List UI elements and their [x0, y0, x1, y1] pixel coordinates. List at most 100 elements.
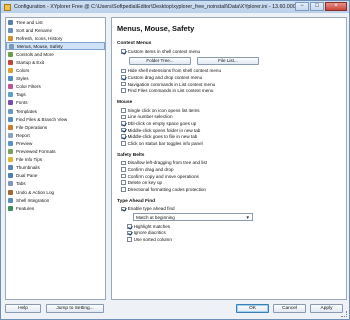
- checkbox-box[interactable]: [127, 230, 132, 236]
- configuration-window: Configuration - XYplorer Free @ C:\Users…: [0, 0, 350, 320]
- checkbox-box[interactable]: [121, 81, 126, 87]
- tree-item-label: Undo & Action Log: [16, 189, 55, 195]
- settings-category-icon: [8, 181, 13, 187]
- tree-item[interactable]: Features: [6, 204, 105, 212]
- option-label: Find Files commands in List context menu: [127, 88, 214, 94]
- tree-item[interactable]: Dual Pane: [6, 172, 105, 180]
- option-checkbox[interactable]: Confirm copy and move operations: [121, 173, 341, 180]
- checkbox-box[interactable]: [127, 237, 132, 242]
- context-menus-header: Context Menus: [117, 41, 152, 46]
- option-checkbox[interactable]: Navigation commands in List context menu: [121, 81, 341, 88]
- option-checkbox[interactable]: Ignore diacritics: [127, 230, 341, 237]
- option-checkbox[interactable]: Dbl-click on empty space goes up: [121, 120, 341, 127]
- option-label: Single click on icon opens list items: [127, 107, 200, 113]
- checkbox-box[interactable]: [121, 68, 126, 74]
- tree-item-label: Tree and List: [16, 19, 43, 25]
- settings-category-icon: [8, 84, 13, 90]
- option-checkbox[interactable]: Directional formatting codes protection: [121, 186, 341, 193]
- option-label: Disallow left-dragging from tree and lis…: [127, 160, 207, 166]
- tree-item[interactable]: Shell Integration: [6, 196, 105, 204]
- option-checkbox[interactable]: Delete on key up: [121, 179, 341, 186]
- option-label: Directional formatting codes protection: [127, 186, 206, 192]
- tree-item[interactable]: Colors: [6, 67, 105, 75]
- checkbox-box[interactable]: [121, 160, 126, 166]
- help-button[interactable]: Help: [5, 304, 41, 313]
- maximize-button[interactable]: □: [310, 2, 324, 11]
- checkbox-box[interactable]: [121, 173, 126, 179]
- tree-item[interactable]: Tree and List: [6, 18, 105, 26]
- app-icon: [4, 3, 11, 11]
- checkbox-box[interactable]: [121, 140, 126, 146]
- checkbox-box[interactable]: [121, 107, 126, 113]
- settings-tree[interactable]: Tree and List Sort and Rename Refresh, Ico…: [5, 17, 106, 300]
- jump-to-setting-button[interactable]: Jump to Setting...: [46, 304, 104, 313]
- checkbox-box[interactable]: [121, 206, 126, 212]
- enable-type-ahead-checkbox[interactable]: Enable type ahead find: [121, 206, 341, 213]
- tree-item[interactable]: Color Filters: [6, 83, 105, 91]
- dialog-footer: Help Jump to Setting... OK Cancel Apply: [1, 301, 349, 319]
- tree-item[interactable]: Undo & Action Log: [6, 188, 105, 196]
- checkbox-box[interactable]: [121, 186, 126, 192]
- tree-item[interactable]: Fonts: [6, 99, 105, 107]
- option-checkbox[interactable]: Click on status bar toggles info panel: [121, 140, 341, 147]
- checkbox-box[interactable]: [121, 75, 126, 80]
- tree-item[interactable]: File Operations: [6, 123, 105, 131]
- match-mode-select[interactable]: Match at beginning ▼: [133, 213, 253, 222]
- cancel-button[interactable]: Cancel: [273, 304, 306, 313]
- ok-button[interactable]: OK: [236, 304, 269, 313]
- tree-item[interactable]: Find Files & Branch View: [6, 115, 105, 123]
- checkbox-box[interactable]: [121, 134, 126, 139]
- tree-item[interactable]: Controls and More: [6, 50, 105, 58]
- tree-item[interactable]: Report: [6, 131, 105, 139]
- option-label: Middle-click goes to file in new tab: [127, 134, 198, 140]
- checkbox-box[interactable]: [121, 127, 126, 133]
- minimize-button[interactable]: −: [295, 2, 309, 11]
- tree-item[interactable]: Tags: [6, 91, 105, 99]
- tree-item-label: Templates: [16, 108, 37, 114]
- tree-item[interactable]: Thumbnails: [6, 164, 105, 172]
- option-label: Highlight matches: [133, 223, 171, 229]
- close-button[interactable]: ×: [325, 2, 347, 11]
- tree-item[interactable]: Templates: [6, 107, 105, 115]
- tree-item[interactable]: Sort and Rename: [6, 26, 105, 34]
- tree-item[interactable]: Menus, Mouse, Safety: [6, 42, 105, 51]
- settings-category-icon: [8, 116, 13, 122]
- apply-button[interactable]: Apply: [310, 304, 343, 313]
- option-label: Navigation commands in List context menu: [127, 81, 216, 87]
- tree-item[interactable]: Styles: [6, 75, 105, 83]
- checkbox-box[interactable]: [121, 167, 126, 172]
- checkbox-box[interactable]: [121, 121, 126, 126]
- option-label: Line number selection: [127, 114, 173, 120]
- custom-items-checkbox[interactable]: Custom items in shell context menu: [121, 48, 341, 55]
- tree-item[interactable]: Startup & Exit: [6, 58, 105, 66]
- checkbox-box[interactable]: [121, 114, 126, 120]
- settings-category-icon: [8, 76, 13, 82]
- resize-grip-icon[interactable]: [341, 311, 347, 317]
- tree-item[interactable]: File Info Tips: [6, 156, 105, 164]
- option-checkbox[interactable]: Use sorted column: [127, 236, 341, 243]
- checkbox-box[interactable]: [121, 49, 126, 54]
- file-list-button[interactable]: File List...: [197, 56, 259, 65]
- type-ahead-header: Type Ahead Find: [117, 198, 156, 204]
- settings-category-icon: [8, 132, 13, 138]
- option-label: Ignore diacritics: [133, 230, 166, 236]
- tree-item[interactable]: Tabs: [6, 180, 105, 188]
- option-checkbox[interactable]: Highlight matches: [127, 223, 341, 230]
- option-checkbox[interactable]: Find Files commands in List context menu: [121, 87, 341, 94]
- tree-item[interactable]: Previewed Formats: [6, 148, 105, 156]
- checkbox-box[interactable]: [121, 180, 126, 185]
- checkbox-box[interactable]: [121, 88, 126, 93]
- window-title: Configuration - XYplorer Free @ C:\Users…: [14, 4, 299, 10]
- folder-tree-button[interactable]: Folder Tree...: [129, 56, 191, 65]
- tree-item[interactable]: Refresh, Icons, History: [6, 34, 105, 42]
- option-checkbox[interactable]: Middle-click goes to file in new tab: [121, 133, 341, 140]
- option-checkbox[interactable]: Confirm drag and drop: [121, 166, 341, 173]
- tree-item[interactable]: Preview: [6, 139, 105, 147]
- option-checkbox[interactable]: Single click on icon opens list items: [121, 107, 341, 114]
- option-checkbox[interactable]: Line number selection: [121, 114, 341, 121]
- option-checkbox[interactable]: Hide shell extensions from shell context…: [121, 68, 341, 75]
- option-checkbox[interactable]: Custom drag and drop context menu: [121, 74, 341, 81]
- option-checkbox[interactable]: Disallow left-dragging from tree and lis…: [121, 160, 341, 167]
- option-checkbox[interactable]: Middle-click opens folder in new tab: [121, 127, 341, 134]
- checkbox-box[interactable]: [127, 224, 132, 229]
